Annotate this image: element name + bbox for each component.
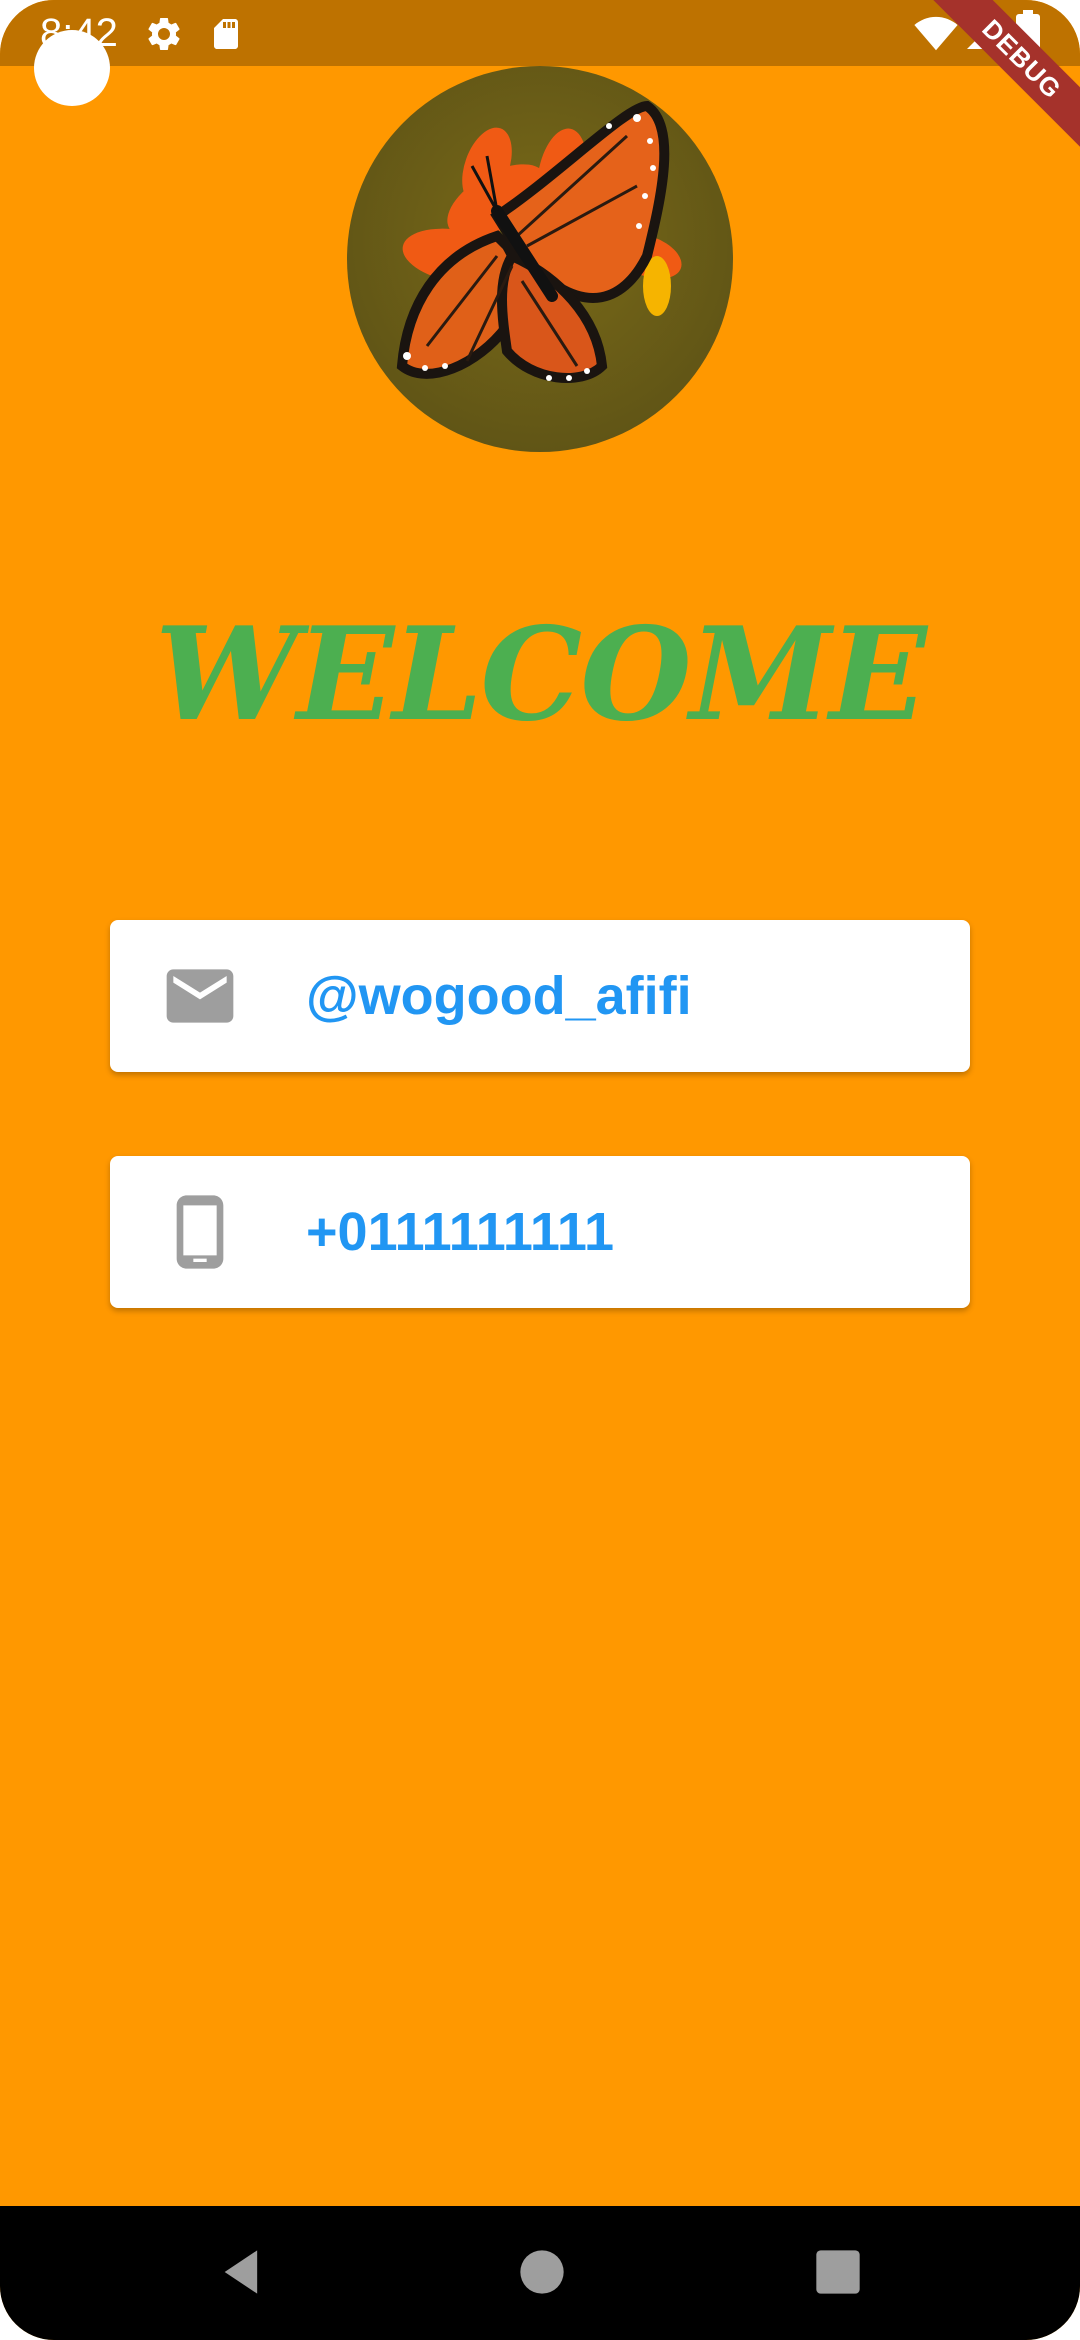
phone-text: +0111111111 (306, 1202, 615, 1262)
home-icon[interactable] (516, 2246, 568, 2303)
gear-icon (144, 14, 184, 59)
email-card[interactable]: @wogood_afifi (110, 920, 970, 1072)
back-icon[interactable] (216, 2246, 268, 2303)
recents-icon[interactable] (812, 2246, 864, 2303)
floating-dot[interactable] (34, 30, 110, 106)
app-screen: 8:42 DEBUG (0, 0, 1080, 2340)
wifi-icon (914, 16, 958, 57)
welcome-heading: WELCOME (155, 600, 927, 750)
navigation-bar (0, 2206, 1080, 2340)
avatar (347, 66, 733, 452)
status-bar: 8:42 (0, 0, 1080, 66)
sd-card-icon (208, 14, 244, 59)
butterfly-photo (347, 66, 733, 452)
phone-card[interactable]: +0111111111 (110, 1156, 970, 1308)
mail-icon (160, 956, 240, 1036)
phone-icon (160, 1192, 240, 1272)
email-text: @wogood_afifi (306, 966, 692, 1026)
